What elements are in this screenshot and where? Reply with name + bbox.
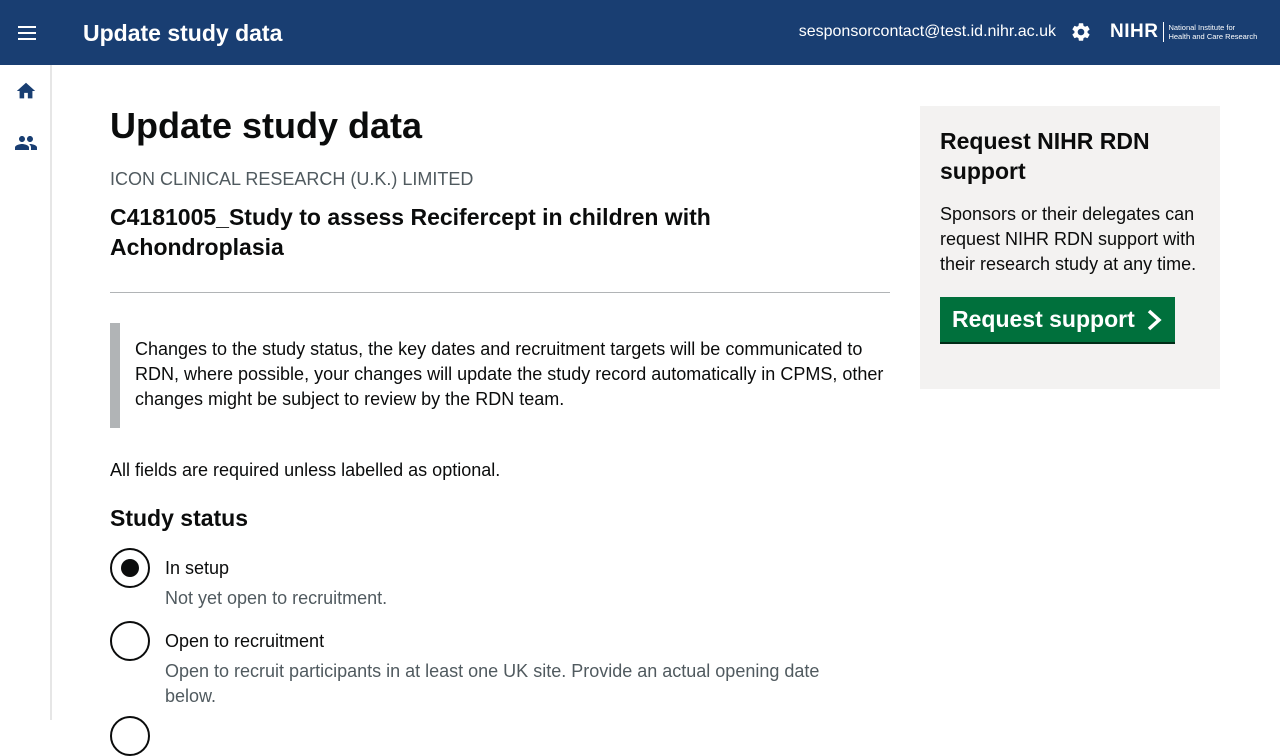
radio-label[interactable]: In setup bbox=[165, 556, 229, 580]
study-title: C4181005_Study to assess Recifercept in … bbox=[110, 204, 711, 260]
support-panel: Request NIHR RDN support Sponsors or the… bbox=[920, 106, 1220, 389]
home-icon[interactable] bbox=[13, 78, 39, 104]
required-fields-note: All fields are required unless labelled … bbox=[110, 460, 501, 480]
organisation-name: ICON CLINICAL RESEARCH (U.K.) LIMITED bbox=[110, 169, 474, 189]
nihr-logo[interactable]: NIHR National Institute for Health and C… bbox=[1110, 18, 1257, 46]
radio-hint: Open to recruit participants in at least… bbox=[165, 661, 820, 706]
radio-button-open-to-recruitment[interactable] bbox=[110, 621, 150, 661]
logo-sub-text: National Institute for Health and Care R… bbox=[1168, 23, 1257, 41]
menu-icon[interactable] bbox=[10, 16, 44, 50]
side-rail bbox=[0, 65, 52, 720]
chevron-right-icon bbox=[1147, 309, 1162, 330]
study-status-heading: Study status bbox=[110, 505, 249, 531]
header-title: Update study data bbox=[83, 20, 283, 46]
inset-text: Changes to the study status, the key dat… bbox=[110, 323, 890, 428]
logo-main-text: NIHR bbox=[1110, 21, 1159, 42]
support-panel-body: Sponsors or their delegates can request … bbox=[940, 204, 1197, 274]
radio-hint: Not yet open to recruitment. bbox=[165, 588, 388, 608]
request-support-button[interactable]: Request support bbox=[940, 297, 1175, 342]
radio-button-in-setup[interactable] bbox=[110, 548, 150, 588]
radio-button-next[interactable] bbox=[110, 716, 150, 756]
section-divider bbox=[110, 292, 890, 293]
top-header: Update study data sesponsorcontact@test.… bbox=[0, 0, 1280, 65]
logo-sub-line2: Health and Care Research bbox=[1168, 32, 1258, 41]
radio-label[interactable]: Open to recruitment bbox=[165, 629, 324, 653]
people-icon[interactable] bbox=[13, 130, 39, 156]
page-title: Update study data bbox=[110, 105, 423, 146]
logo-separator bbox=[1163, 22, 1165, 42]
support-panel-title: Request NIHR RDN support bbox=[940, 128, 1150, 184]
user-email: sesponsorcontact@test.id.nihr.ac.uk bbox=[798, 23, 1056, 40]
request-support-label: Request support bbox=[952, 306, 1135, 332]
logo-sub-line1: National Institute for bbox=[1168, 23, 1236, 32]
gear-icon[interactable] bbox=[1070, 21, 1092, 43]
